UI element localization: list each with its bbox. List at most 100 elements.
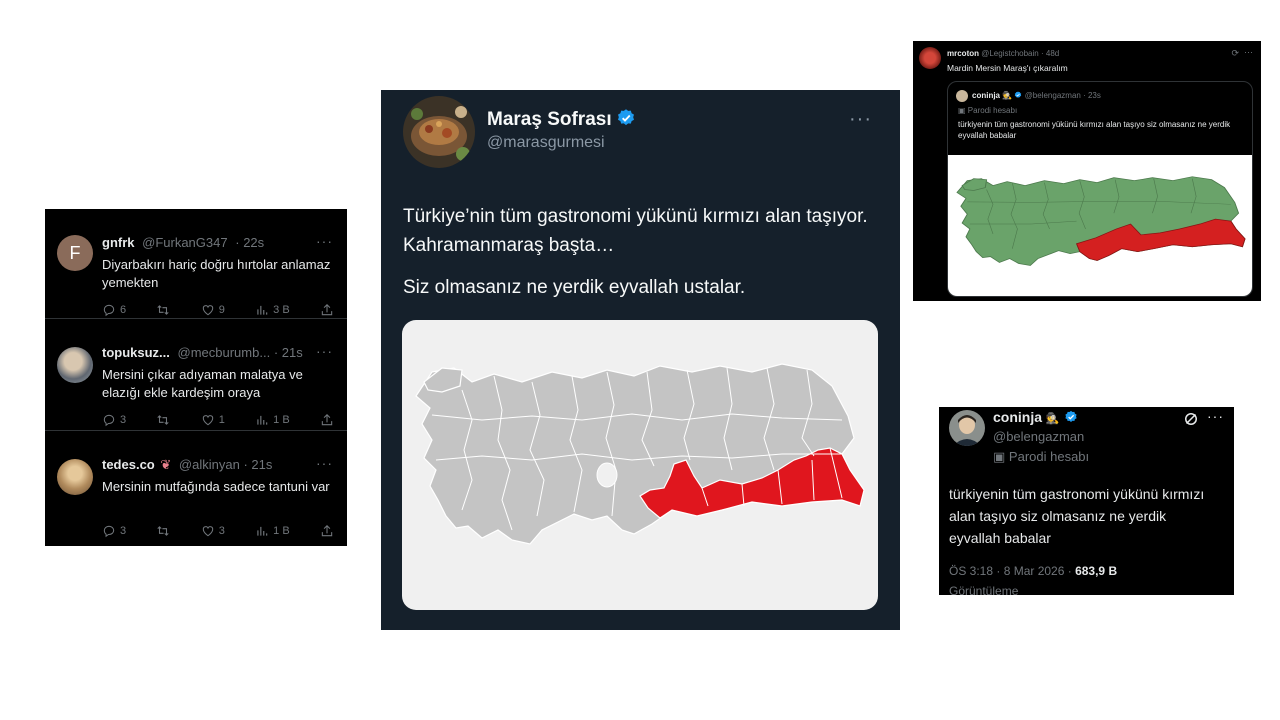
more-icon[interactable]: ··· <box>1244 47 1253 57</box>
like-button[interactable]: 1 <box>201 413 225 427</box>
profile-photo <box>949 410 985 446</box>
reply-text: Mersini çıkar adıyaman malatya ve elazığ… <box>102 367 303 400</box>
share-icon <box>320 303 334 317</box>
dot: · <box>1040 49 1044 58</box>
avatar[interactable] <box>403 96 475 168</box>
turkey-map-image[interactable] <box>402 320 878 610</box>
reply-time[interactable]: 22s <box>243 235 264 250</box>
views-count: 1 B <box>273 414 290 426</box>
reply-time[interactable]: 21s <box>251 457 272 472</box>
author-name[interactable]: mrcoton <box>947 49 979 58</box>
tweet-meta: ÖS 3:18 · 8 Mar 2026 · 683,9 B <box>949 564 1117 578</box>
verified-badge-icon <box>1014 91 1022 99</box>
avatar[interactable]: F <box>57 235 93 271</box>
reply-item[interactable]: topuksuz... @mecburumb... · 21s ··· Mers… <box>45 321 347 431</box>
reply-button[interactable]: 6 <box>102 303 126 317</box>
reply-name[interactable]: topuksuz... <box>102 345 170 360</box>
views-count: 3 B <box>273 304 290 316</box>
reply-dot: · <box>273 345 279 360</box>
more-icon[interactable]: ··· <box>316 455 333 471</box>
reply-item[interactable]: tedes.co ❦ @alkinyan · 21s ··· Mersinin … <box>45 433 347 543</box>
like-button[interactable]: 9 <box>201 303 225 317</box>
reply-header: tedes.co ❦ @alkinyan · 21s <box>102 457 272 473</box>
parody-text: Parodi hesabı <box>967 106 1018 115</box>
reply-text: Diyarbakırı hariç doğru hırtolar anlamaz… <box>102 257 331 290</box>
more-icon[interactable]: ··· <box>1207 408 1224 424</box>
grok-icon[interactable]: ⟳ <box>1231 48 1239 59</box>
reply-handle[interactable]: @mecburumb... <box>178 345 271 360</box>
like-count: 1 <box>218 414 225 426</box>
reply-handle[interactable]: @alkinyan <box>179 457 240 472</box>
avatar[interactable] <box>949 410 985 446</box>
turkey-map-image[interactable] <box>948 155 1252 296</box>
like-button[interactable]: 3 <box>201 524 225 538</box>
food-avatar-image <box>403 96 475 168</box>
avatar[interactable] <box>57 347 93 383</box>
reply-icon <box>102 303 116 317</box>
quoted-tweet-card[interactable]: coninja 🕵 @belengazman · 23s ▣ Parodi he… <box>947 81 1253 297</box>
share-button[interactable] <box>320 303 334 317</box>
main-tweet: Maraş Sofrası @marasgurmesi ··· Türkiye’… <box>381 90 900 630</box>
map-lake <box>596 462 618 488</box>
more-icon[interactable]: ··· <box>316 233 333 249</box>
grok-icon[interactable] <box>1182 410 1200 428</box>
avatar[interactable] <box>919 47 941 69</box>
reply-item[interactable]: F gnfrk @FurkanG347 · 22s ··· Diyarbakır… <box>45 209 347 319</box>
share-button[interactable] <box>320 413 334 427</box>
quoted-text: türkiyenin tüm gastronomi yükünü kırmızı… <box>958 120 1231 140</box>
tweet-text: Türkiye’nin tüm gastronomi yükünü kırmız… <box>403 206 868 256</box>
more-icon[interactable]: ··· <box>316 343 333 359</box>
parody-label: ▣ Parodi hesabı <box>993 449 1089 465</box>
views-button[interactable]: 3 B <box>255 303 290 317</box>
reply-name[interactable]: gnfrk <box>102 235 135 250</box>
retweet-button[interactable] <box>156 303 170 317</box>
reply-button[interactable]: 3 <box>102 524 126 538</box>
reply-text: Mersinin mutfağında sadece tantuni var <box>102 479 330 494</box>
turkey-map-svg <box>415 363 865 545</box>
views-button[interactable]: 1 B <box>255 413 290 427</box>
reply-actions: 6 9 3 B <box>102 303 334 317</box>
reply-dot: · <box>243 457 248 472</box>
avatar-letter: F <box>69 242 81 263</box>
reply-handle[interactable]: @FurkanG347 <box>142 235 227 250</box>
reply-icon <box>102 413 116 427</box>
reply-header: topuksuz... @mecburumb... · 21s <box>102 345 303 360</box>
views-count: 683,9 B <box>1075 564 1118 578</box>
detective-emoji-icon: 🕵 <box>1045 413 1060 425</box>
views-button[interactable]: 1 B <box>255 524 290 538</box>
retweet-button[interactable] <box>156 524 170 538</box>
verified-badge-icon <box>616 108 636 128</box>
turkey-map-green-svg <box>956 176 1246 266</box>
quote-tweet: mrcoton @Legistchobain · 48d ⟳ ··· Mardi… <box>913 41 1261 301</box>
author-handle[interactable]: @marasgurmesi <box>487 134 605 152</box>
author-name[interactable]: Maraş Sofrası <box>487 108 636 131</box>
reply-time[interactable]: 21s <box>282 345 303 360</box>
author-name[interactable]: coninja 🕵 <box>993 409 1078 425</box>
retweet-icon <box>156 413 170 427</box>
tweet-timestamp[interactable]: ÖS 3:18 · 8 Mar 2026 · <box>949 564 1072 578</box>
avatar[interactable] <box>57 459 93 495</box>
more-icon[interactable]: ··· <box>849 108 872 131</box>
author-name-text: coninja <box>993 409 1043 425</box>
tweet-text: Mardin Mersin Maraş'ı çıkaralım <box>947 63 1068 73</box>
author-handle[interactable]: @Legistchobain <box>981 49 1039 58</box>
reply-dot: · <box>235 235 240 250</box>
like-count: 3 <box>218 525 225 537</box>
reply-name[interactable]: tedes.co <box>102 457 155 472</box>
original-tweet: coninja 🕵 @belengazman ▣ Parodi hesabı ·… <box>939 407 1234 595</box>
author-handle[interactable]: @belengazman <box>993 429 1084 444</box>
reply-button[interactable]: 3 <box>102 413 126 427</box>
reply-actions: 3 3 1 B <box>102 524 334 538</box>
lungs-emoji-icon: ❦ <box>160 457 172 472</box>
tweet-time[interactable]: 48d <box>1046 49 1059 58</box>
quoted-handle: @belengazman <box>1024 91 1081 100</box>
reply-count: 3 <box>120 414 127 426</box>
retweet-button[interactable] <box>156 413 170 427</box>
views-icon <box>255 413 269 427</box>
quote-header: mrcoton @Legistchobain · 48d <box>947 49 1059 58</box>
share-button[interactable] <box>320 524 334 538</box>
heart-icon <box>201 303 215 317</box>
verified-badge-icon <box>1064 410 1078 424</box>
tweet-text-2: Siz olmasanız ne yerdik eyvallah ustalar… <box>403 277 746 298</box>
share-icon <box>320 413 334 427</box>
